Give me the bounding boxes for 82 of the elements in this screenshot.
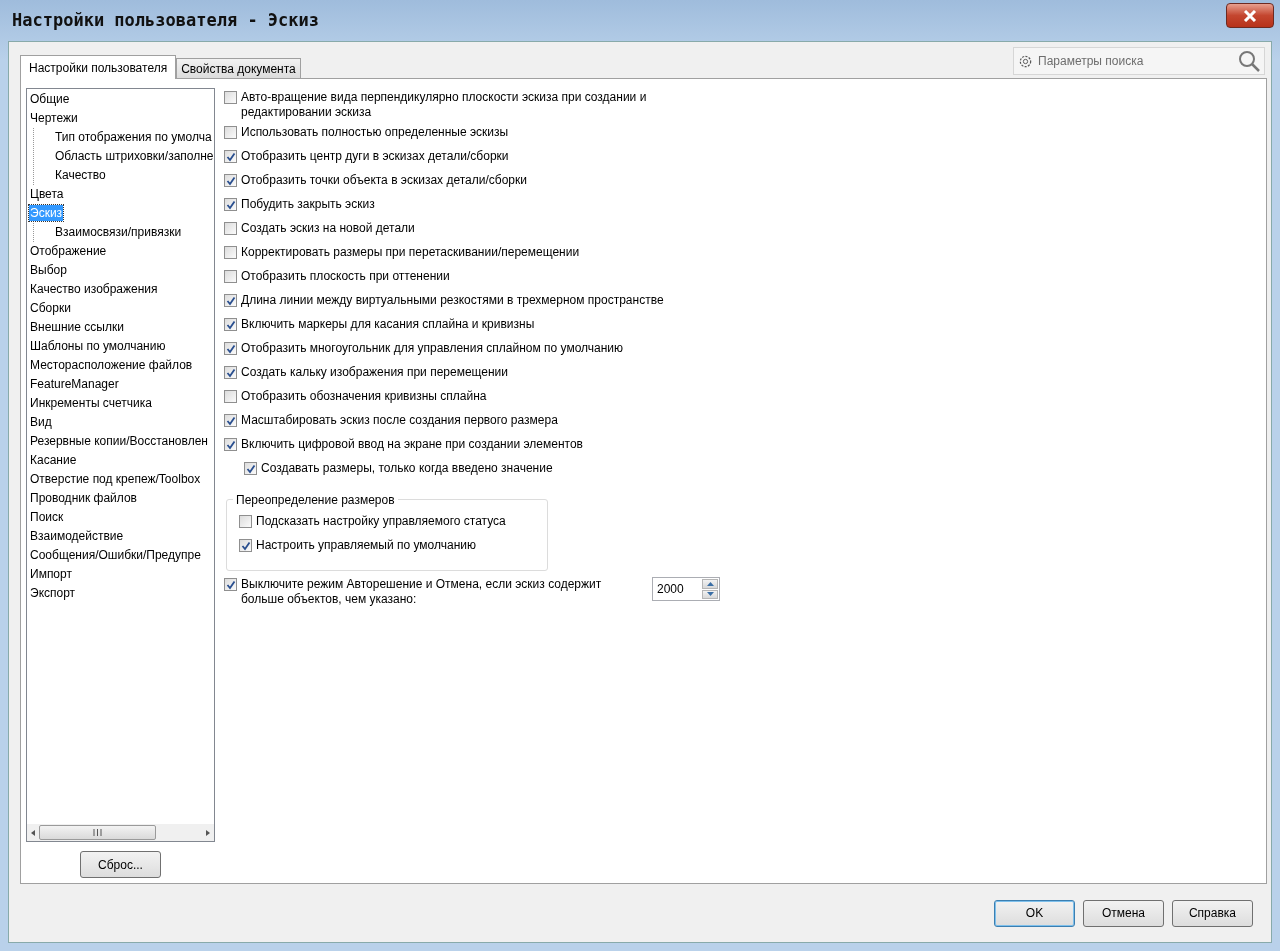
checkbox-label: Масштабировать эскиз после создания первого размера bbox=[241, 413, 558, 428]
tree-item[interactable]: Резервные копии/Восстановлен bbox=[29, 433, 209, 449]
search-field[interactable]: Параметры поиска bbox=[1013, 47, 1265, 75]
checkbox-label: Подсказать настройку управляемого статуса bbox=[256, 514, 506, 529]
checkbox[interactable] bbox=[224, 294, 237, 307]
checkbox[interactable] bbox=[224, 438, 237, 451]
tree-item[interactable]: Тип отображения по умолча bbox=[54, 129, 213, 145]
checkbox-label: Отобразить точки объекта в эскизах детали/сборки bbox=[241, 173, 527, 188]
checkbox[interactable] bbox=[224, 390, 237, 403]
checkbox[interactable] bbox=[224, 174, 237, 187]
checkbox[interactable] bbox=[244, 462, 257, 475]
checkbox-label: Выключите режим Авторешение и Отмена, если эскиз содержит больше объектов, чем указано: bbox=[241, 577, 603, 607]
checkbox-label: Длина линии между виртуальными резкостями в трехмерном пространстве bbox=[241, 293, 664, 308]
tree-item[interactable]: Отверстие под крепеж/Toolbox bbox=[29, 471, 202, 487]
tree-item[interactable]: Сборки bbox=[29, 300, 72, 316]
right-arrow-icon bbox=[204, 828, 212, 837]
checkbox-label: Использовать полностью определенные эскизы bbox=[241, 125, 509, 140]
tree-item[interactable]: Качество bbox=[54, 167, 107, 183]
tree-item[interactable]: Месторасположение файлов bbox=[29, 357, 194, 373]
checkbox-label: Включить маркеры для касания сплайна и кривизны bbox=[241, 317, 535, 332]
tree-item[interactable]: Взаимодействие bbox=[29, 528, 125, 544]
checkbox[interactable] bbox=[224, 222, 237, 235]
tree-item[interactable]: Область штриховки/заполне bbox=[54, 148, 214, 164]
checkbox[interactable] bbox=[224, 150, 237, 163]
number-spinner[interactable]: 2000 bbox=[652, 577, 720, 601]
left-arrow-icon bbox=[29, 828, 37, 837]
tree-item[interactable]: FeatureManager bbox=[29, 376, 120, 392]
checkbox[interactable] bbox=[224, 366, 237, 379]
tree-item[interactable]: Вид bbox=[29, 414, 53, 430]
checkbox-label: Отобразить многоугольник для управления сплайном по умолчанию bbox=[241, 341, 624, 356]
checkbox[interactable] bbox=[224, 246, 237, 259]
checkbox[interactable] bbox=[224, 318, 237, 331]
checkbox-label: Отобразить центр дуги в эскизах детали/сборки bbox=[241, 149, 509, 164]
reset-button[interactable]: Сброс... bbox=[80, 851, 161, 878]
tree-item[interactable]: Общие bbox=[29, 91, 71, 107]
window-title: Настройки пользователя - Эскиз bbox=[12, 8, 320, 32]
horizontal-scrollbar[interactable] bbox=[27, 824, 214, 841]
tree-item[interactable]: Инкременты счетчика bbox=[29, 395, 153, 411]
close-button[interactable] bbox=[1226, 3, 1274, 28]
checkbox-label: Корректировать размеры при перетаскивании/перемещении bbox=[241, 245, 580, 260]
tree-item[interactable]: Экспорт bbox=[29, 585, 77, 601]
checkbox[interactable] bbox=[224, 578, 237, 591]
checkbox-label: Побудить закрыть эскиз bbox=[241, 197, 375, 212]
dialog-button[interactable]: OK bbox=[994, 899, 1075, 927]
checkbox-label: Создавать размеры, только когда введено значение bbox=[261, 461, 553, 476]
tree-item[interactable]: Чертежи bbox=[29, 110, 79, 126]
tree-item[interactable]: Шаблоны по умолчанию bbox=[29, 338, 167, 354]
close-icon bbox=[1243, 9, 1257, 22]
dialog-button[interactable]: Отмена bbox=[1083, 899, 1164, 927]
checkbox-label: Включить цифровой ввод на экране при создании элементов bbox=[241, 437, 583, 452]
tree-item[interactable]: Поиск bbox=[29, 509, 65, 525]
checkbox[interactable] bbox=[224, 91, 237, 104]
tree-item[interactable]: Цвета bbox=[29, 186, 65, 202]
tree-item[interactable]: Отображение bbox=[29, 243, 108, 259]
tree-item[interactable]: Импорт bbox=[29, 566, 73, 582]
checkbox[interactable] bbox=[224, 126, 237, 139]
tree-item[interactable]: Качество изображения bbox=[29, 281, 159, 297]
tree-item[interactable]: Сообщения/Ошибки/Предупре bbox=[29, 547, 202, 563]
tree-item[interactable]: Касание bbox=[29, 452, 78, 468]
checkbox[interactable] bbox=[224, 270, 237, 283]
checkbox-label: Создать эскиз на новой детали bbox=[241, 221, 415, 236]
checkbox-label: Авто-вращение вида перпендикулярно плоскости эскиза при создании и редактировании эскиза bbox=[241, 90, 648, 120]
checkbox[interactable] bbox=[239, 515, 252, 528]
checkbox-label: Создать кальку изображения при перемещении bbox=[241, 365, 509, 380]
checkbox[interactable] bbox=[239, 539, 252, 552]
search-icon bbox=[1238, 50, 1260, 72]
checkbox-label: Отобразить обозначения кривизны сплайна bbox=[241, 389, 487, 404]
tree-item[interactable]: Проводник файлов bbox=[29, 490, 138, 506]
checkbox[interactable] bbox=[224, 414, 237, 427]
tree-item[interactable]: Внешние ссылки bbox=[29, 319, 125, 335]
checkbox-label: Отобразить плоскость при оттенении bbox=[241, 269, 450, 284]
tree-item[interactable]: Выбор bbox=[29, 262, 68, 278]
dialog-button[interactable]: Справка bbox=[1172, 899, 1253, 927]
search-input[interactable]: Параметры поиска bbox=[1036, 51, 1235, 71]
checkbox-label: Настроить управляемый по умолчанию bbox=[256, 538, 477, 553]
grip-icon bbox=[93, 829, 102, 836]
tab[interactable]: Свойства документа bbox=[176, 58, 301, 78]
tree-item[interactable]: Взаимосвязи/привязки bbox=[54, 224, 183, 240]
checkbox[interactable] bbox=[224, 342, 237, 355]
settings-icon bbox=[1018, 53, 1033, 69]
tab[interactable]: Настройки пользователя bbox=[20, 55, 177, 79]
checkbox[interactable] bbox=[224, 198, 237, 211]
